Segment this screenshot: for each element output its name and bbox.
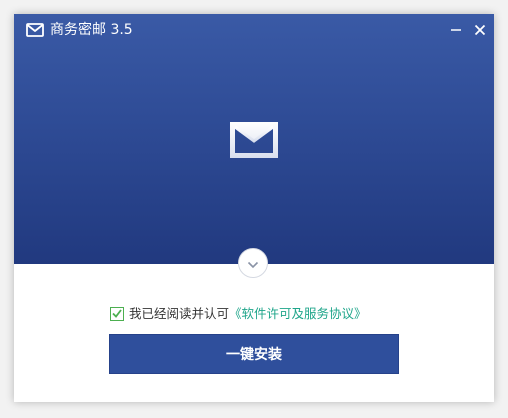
envelope-icon (227, 119, 281, 161)
chevron-down-icon (247, 254, 259, 273)
close-button[interactable] (470, 20, 490, 40)
title-bar: 商务密邮 3.5 (14, 14, 494, 46)
minimize-button[interactable] (446, 20, 466, 40)
license-agreement-link[interactable]: 《软件许可及服务协议》 (229, 306, 367, 322)
window-title: 商务密邮 3.5 (50, 22, 133, 38)
envelope-icon (26, 22, 44, 37)
one-click-install-button[interactable]: 一键安装 (109, 334, 399, 374)
close-icon (474, 24, 486, 36)
hero-banner: 商务密邮 3.5 (14, 14, 494, 264)
installer-window: 商务密邮 3.5 我已经阅读并认可 《软件许可及服务协议》 一键安装 (14, 14, 494, 402)
minimize-icon (450, 24, 462, 36)
checkmark-icon (112, 306, 122, 322)
expand-options-button[interactable] (238, 248, 268, 278)
agreement-checkbox[interactable] (110, 307, 124, 321)
agreement-row: 我已经阅读并认可 《软件许可及服务协议》 (110, 306, 367, 322)
agreement-text: 我已经阅读并认可 (129, 306, 230, 321)
